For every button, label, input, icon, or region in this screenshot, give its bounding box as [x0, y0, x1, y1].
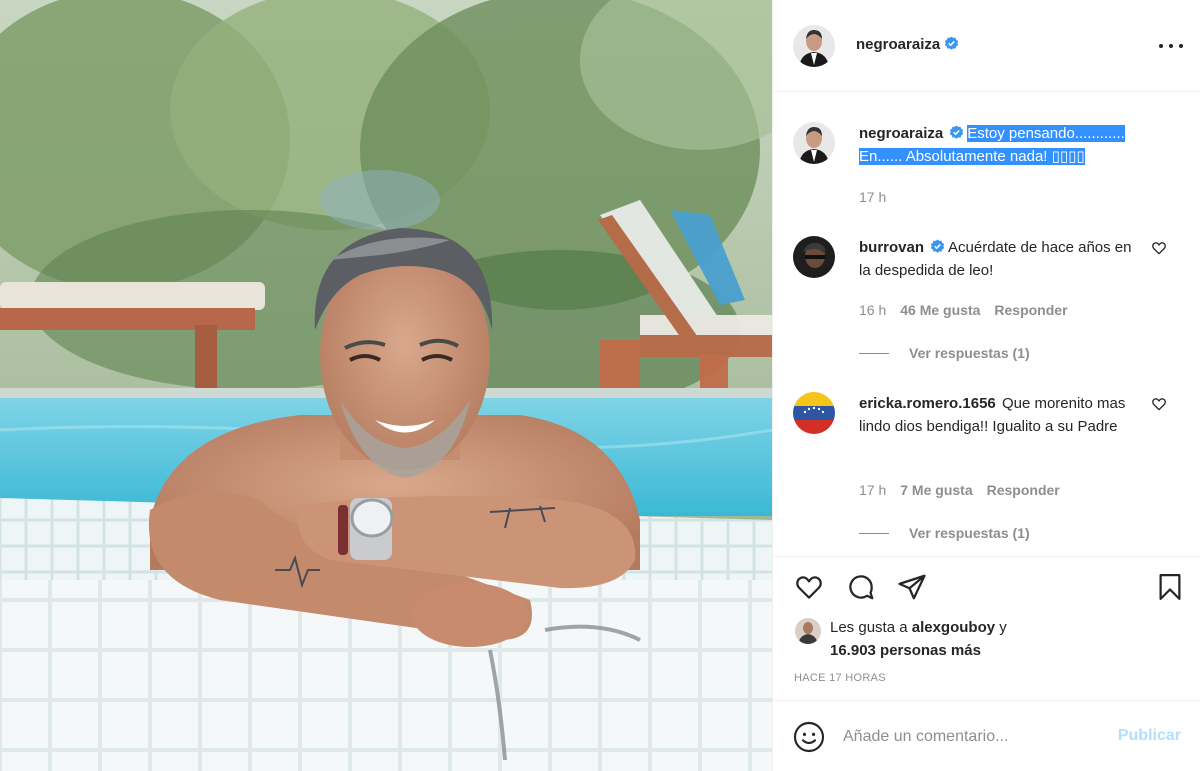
likes-suffix: y	[995, 619, 1007, 636]
comment-meta: 16 h 46 Me gusta Responder	[859, 302, 1068, 318]
comment-input[interactable]	[843, 725, 1103, 749]
replies-divider	[859, 532, 889, 534]
liker-avatar[interactable]	[795, 618, 821, 644]
caption-line-2: En...... Absolutamente nada! ▯▯▯▯	[859, 148, 1085, 165]
commenter-username[interactable]: burrovan	[859, 239, 924, 256]
commenter-username[interactable]: ericka.romero.1656	[859, 395, 996, 412]
liker-username[interactable]: alexgouboy	[912, 619, 995, 636]
caption-text: negroaraiza Estoy pensando............ En.…	[859, 122, 1169, 168]
comment-text: burrovan Acuérdate de hace años en la des…	[859, 236, 1144, 282]
bookmark-icon	[1159, 574, 1181, 600]
post-photo[interactable]	[0, 0, 772, 771]
heart-icon	[796, 576, 822, 599]
comment-meta: 17 h 7 Me gusta Responder	[859, 482, 1060, 498]
comment-time[interactable]: 17 h	[859, 482, 886, 498]
share-button[interactable]	[895, 570, 929, 604]
more-options-icon[interactable]	[1159, 36, 1183, 56]
comment-icon	[849, 575, 874, 600]
save-button[interactable]	[1153, 570, 1187, 604]
verified-badge-icon	[930, 239, 945, 253]
caption-meta: 17 h	[859, 189, 886, 205]
pool-selfie-image	[0, 0, 772, 771]
comments-list: negroaraiza Estoy pensando............ En.…	[773, 92, 1200, 557]
caption-author-avatar[interactable]	[793, 122, 835, 164]
view-replies-label: Ver respuestas (1)	[909, 345, 1030, 361]
replies-divider	[859, 352, 889, 354]
likes-prefix: Les gusta a	[830, 619, 912, 636]
post-header: negroaraiza	[773, 0, 1200, 92]
view-replies-label: Ver respuestas (1)	[909, 525, 1030, 541]
likes-others[interactable]: 16.903 personas más	[830, 639, 981, 662]
caption-time[interactable]: 17 h	[859, 189, 886, 205]
post-sidebar: negroaraiza negroaraiza Estoy pensando...…	[772, 0, 1200, 771]
comment-reply-button[interactable]: Responder	[987, 482, 1060, 498]
view-replies-button[interactable]: Ver respuestas (1)	[859, 525, 1030, 541]
caption-username[interactable]: negroaraiza	[859, 125, 943, 142]
post-actions	[773, 557, 1200, 607]
add-comment-bar: Publicar	[773, 700, 1200, 771]
author-avatar[interactable]	[793, 25, 835, 67]
comment-like-heart-icon[interactable]	[1151, 396, 1167, 412]
publish-button[interactable]: Publicar	[1118, 727, 1181, 745]
verified-badge-icon	[950, 125, 964, 139]
comment-likes[interactable]: 46 Me gusta	[900, 302, 980, 318]
caption-line-1: Estoy pensando............	[967, 125, 1125, 142]
like-button[interactable]	[792, 570, 826, 604]
verified-badge-icon	[945, 36, 959, 50]
emoji-icon[interactable]	[793, 721, 825, 753]
author-username[interactable]: negroaraiza	[856, 36, 940, 53]
commenter-avatar[interactable]	[793, 392, 835, 434]
commenter-avatar[interactable]	[793, 236, 835, 278]
comment-like-heart-icon[interactable]	[1151, 240, 1167, 256]
comment-reply-button[interactable]: Responder	[994, 302, 1067, 318]
comment-text: ericka.romero.1656 Que morenito mas lind…	[859, 392, 1144, 438]
post-timestamp[interactable]: HACE 17 HORAS	[794, 672, 886, 684]
view-replies-button[interactable]: Ver respuestas (1)	[859, 345, 1030, 361]
comment-time[interactable]: 16 h	[859, 302, 886, 318]
share-icon	[898, 574, 926, 600]
likes-line-1: Les gusta a alexgouboy y	[830, 616, 1007, 639]
comment-likes[interactable]: 7 Me gusta	[900, 482, 972, 498]
comment-button[interactable]	[844, 570, 878, 604]
